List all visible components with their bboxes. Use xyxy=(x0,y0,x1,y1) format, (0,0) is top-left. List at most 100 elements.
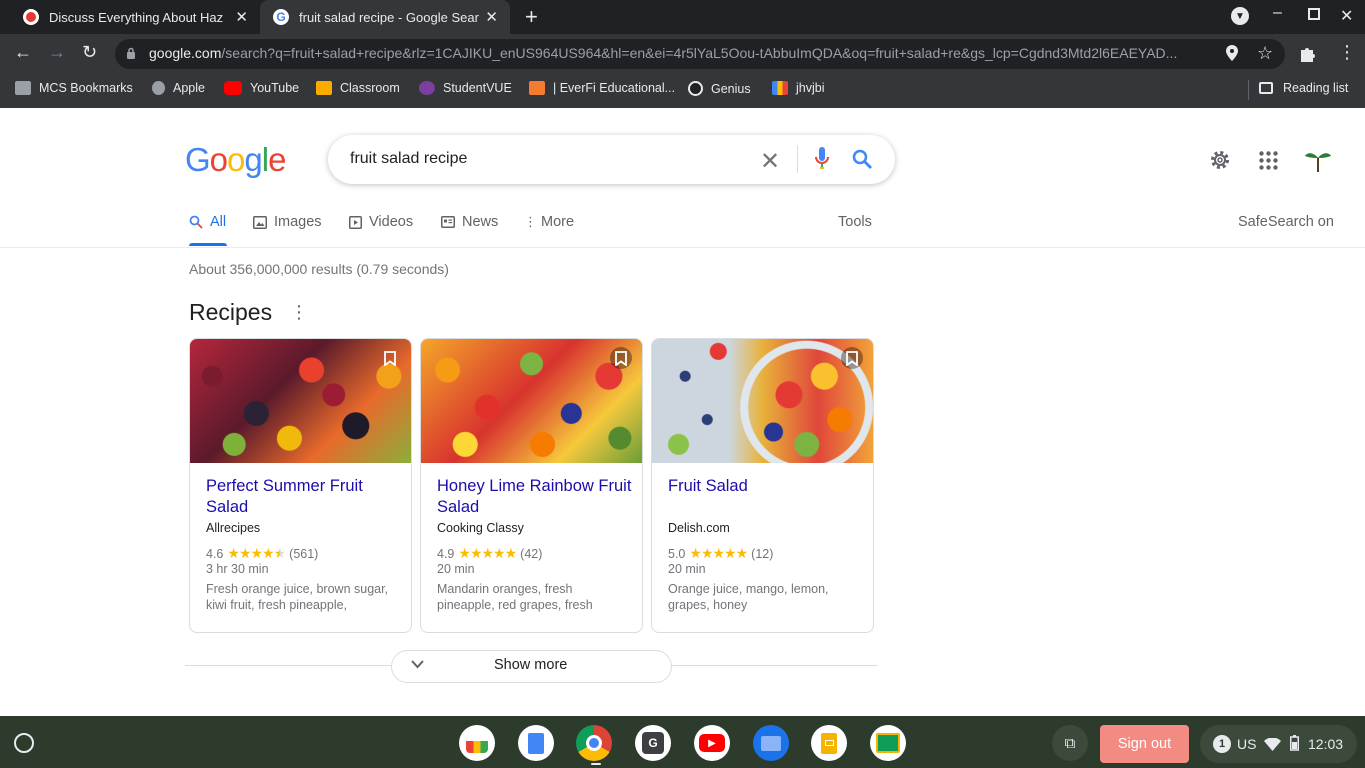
tab-more[interactable]: ⋮ More xyxy=(524,214,574,230)
minimize-icon[interactable]: – xyxy=(1273,4,1282,22)
more-vert-icon: ⋮ xyxy=(524,214,537,229)
recipe-time: 20 min xyxy=(437,562,475,576)
recipe-ingredients: Fresh orange juice, brown sugar, kiwi fr… xyxy=(206,582,389,612)
recipe-image[interactable] xyxy=(421,339,642,463)
more-options-icon[interactable]: ⋮ xyxy=(290,302,308,323)
save-recipe-icon[interactable] xyxy=(379,347,401,369)
recipe-time: 3 hr 30 min xyxy=(206,562,269,576)
bookmark-youtube[interactable]: YouTube xyxy=(224,81,299,95)
extensions-puzzle-icon[interactable] xyxy=(1299,45,1316,62)
recipe-source: Allrecipes xyxy=(206,521,261,535)
recipe-ingredients: Orange juice, mango, lemon, grapes, hone… xyxy=(668,582,829,612)
chrome-icon[interactable] xyxy=(576,725,612,761)
recipe-title-link[interactable]: Fruit Salad xyxy=(668,476,863,497)
star-rating-icon: ★★★★★ xyxy=(458,545,517,561)
search-icon[interactable] xyxy=(852,149,873,170)
news-icon xyxy=(441,216,455,228)
files-icon[interactable] xyxy=(753,725,789,761)
reading-list-button[interactable]: Reading list xyxy=(1259,81,1348,95)
star-rating-icon: ★★★★★ xyxy=(689,545,748,561)
bookmark-mcs[interactable]: MCS Bookmarks xyxy=(15,81,133,95)
clock[interactable]: 12:03 xyxy=(1308,736,1343,752)
tab-images[interactable]: Images xyxy=(253,214,322,230)
avatar-sprout-icon[interactable] xyxy=(1303,145,1333,175)
recipe-time: 20 min xyxy=(668,562,706,576)
bookmark-classroom[interactable]: Classroom xyxy=(316,81,400,95)
google-slides-icon[interactable] xyxy=(811,725,847,761)
bookmark-jhvjbi[interactable]: jhvjbi xyxy=(772,81,825,95)
settings-gear-icon[interactable] xyxy=(1209,149,1231,171)
notification-count-badge[interactable]: 1 xyxy=(1213,735,1231,753)
restore-icon[interactable] xyxy=(1308,8,1320,20)
url-text[interactable]: google.com/search?q=fruit+salad+recipe&r… xyxy=(149,45,1211,61)
studentvue-icon xyxy=(419,81,435,95)
genius-icon xyxy=(688,81,703,96)
recipe-card[interactable]: Perfect Summer Fruit Salad Allrecipes 4.… xyxy=(189,338,412,633)
save-recipe-icon[interactable] xyxy=(610,347,632,369)
tools-button[interactable]: Tools xyxy=(838,214,872,230)
tab-videos[interactable]: Videos xyxy=(349,214,413,230)
chevron-down-icon[interactable] xyxy=(411,660,424,669)
google-apps-grid-icon[interactable] xyxy=(1259,151,1278,170)
recipe-card[interactable]: Honey Lime Rainbow Fruit Salad Cooking C… xyxy=(420,338,643,633)
launcher-icon[interactable] xyxy=(14,733,34,753)
forward-arrow-icon[interactable]: → xyxy=(48,42,66,63)
search-input[interactable]: fruit salad recipe xyxy=(350,150,467,168)
tab-hazbin[interactable]: Discuss Everything About Hazbin ✕ xyxy=(10,0,260,34)
tabs-divider xyxy=(0,247,1365,248)
bookmark-studentvue[interactable]: StudentVUE xyxy=(419,81,512,95)
recipe-rating: 4.9 ★★★★★ (42) xyxy=(437,545,543,561)
genius-icon[interactable]: G xyxy=(635,725,671,761)
tab-news[interactable]: News xyxy=(441,214,498,230)
google-docs-icon[interactable] xyxy=(518,725,554,761)
clear-search-icon[interactable]: ✕ xyxy=(760,147,780,176)
recipe-rating: 4.6 ★★★★★ (561) xyxy=(206,545,319,561)
sign-out-button[interactable]: Sign out xyxy=(1100,725,1189,763)
recipe-rating: 5.0 ★★★★★ (12) xyxy=(668,545,774,561)
tab-google-search[interactable]: G fruit salad recipe - Google Search ✕ xyxy=(260,0,510,34)
tab-search-chevron-icon[interactable]: ▼ xyxy=(1231,7,1249,25)
reload-icon[interactable]: ↻ xyxy=(82,42,97,63)
close-tab-icon[interactable]: ✕ xyxy=(485,8,498,26)
everfi-icon xyxy=(529,81,545,95)
keyboard-layout[interactable]: US xyxy=(1237,736,1256,752)
recipe-source: Cooking Classy xyxy=(437,521,524,535)
recipe-title-link[interactable]: Honey Lime Rainbow Fruit Salad xyxy=(437,476,632,518)
apple-icon xyxy=(152,81,165,95)
recipe-title-link[interactable]: Perfect Summer Fruit Salad xyxy=(206,476,401,518)
result-stats: About 356,000,000 results (0.79 seconds) xyxy=(189,261,449,277)
reading-list-icon xyxy=(1259,82,1273,94)
new-tab-plus-icon[interactable]: + xyxy=(525,4,538,30)
save-recipe-icon[interactable] xyxy=(841,347,863,369)
bookmark-everfi[interactable]: | EverFi Educational... xyxy=(529,81,675,95)
url-path: /search?q=fruit+salad+recipe&rlz=1CAJIKU… xyxy=(221,45,1178,61)
recipe-image[interactable] xyxy=(652,339,873,463)
tab-title: Discuss Everything About Hazbin xyxy=(49,9,224,25)
tab-all[interactable]: All xyxy=(189,214,226,230)
recipe-image[interactable] xyxy=(190,339,411,463)
location-pin-icon[interactable] xyxy=(1226,45,1238,61)
youtube-icon[interactable]: ▶ xyxy=(694,725,730,761)
microphone-icon[interactable] xyxy=(815,147,829,171)
close-tab-icon[interactable]: ✕ xyxy=(235,8,248,26)
chrome-menu-icon[interactable]: ⋮ xyxy=(1338,42,1356,63)
show-more-label[interactable]: Show more xyxy=(494,657,567,673)
star-rating-icon: ★★★★★ xyxy=(227,545,286,561)
chrome-web-store-icon[interactable] xyxy=(459,725,495,761)
safesearch-status[interactable]: SafeSearch on xyxy=(1238,214,1334,230)
google-logo[interactable]: Google xyxy=(185,141,286,179)
battery-icon xyxy=(1290,735,1299,751)
holding-space-icon[interactable]: ⧉ xyxy=(1052,725,1088,761)
classroom-icon xyxy=(316,81,332,95)
bookmark-genius[interactable]: Genius xyxy=(688,81,751,96)
status-tray[interactable]: 1 US 12:03 xyxy=(1200,725,1357,763)
close-window-icon[interactable]: ✕ xyxy=(1340,6,1353,26)
lock-icon[interactable] xyxy=(126,47,136,60)
google-favicon-icon: G xyxy=(273,9,289,25)
recipes-heading: Recipes xyxy=(189,299,273,325)
back-arrow-icon[interactable]: ← xyxy=(14,42,32,63)
google-classroom-icon[interactable] xyxy=(870,725,906,761)
bookmark-star-icon[interactable]: ☆ xyxy=(1257,43,1273,64)
recipe-card[interactable]: Fruit Salad Delish.com 5.0 ★★★★★ (12) 20… xyxy=(651,338,874,633)
bookmark-apple[interactable]: Apple xyxy=(152,81,205,95)
